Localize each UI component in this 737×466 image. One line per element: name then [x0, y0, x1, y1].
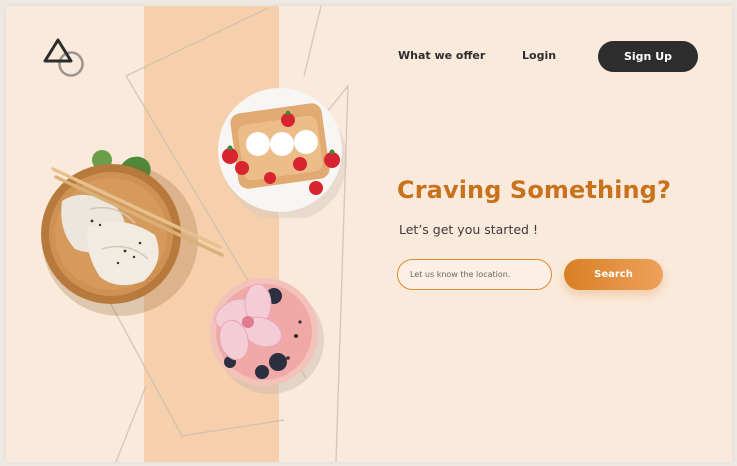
nav-login[interactable]: Login: [522, 49, 556, 62]
location-input[interactable]: [397, 259, 552, 290]
berry-smoothie-bowl-image: [210, 278, 324, 394]
nav-what-we-offer[interactable]: What we offer: [398, 49, 485, 62]
logo-icon[interactable]: [41, 34, 89, 82]
hero-subheadline: Let’s get you started !: [399, 222, 538, 237]
search-button[interactable]: Search: [564, 259, 663, 290]
landing-page: What we offer Login Sign Up Craving Some…: [6, 6, 732, 462]
crepes-plate-image: [218, 88, 347, 218]
hero-headline: Craving Something?: [397, 176, 671, 204]
signup-button[interactable]: Sign Up: [598, 41, 698, 72]
